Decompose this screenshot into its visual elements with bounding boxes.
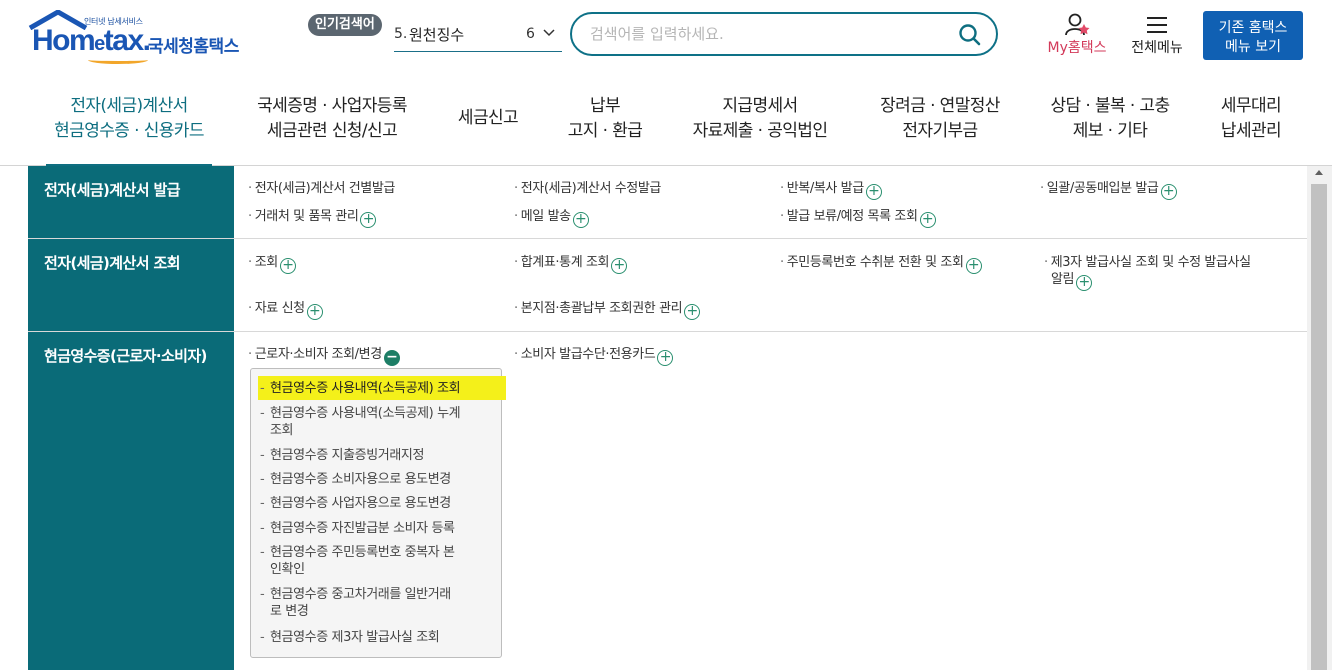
main-navigation: 전자(세금)계산서 현금영수증 · 신용카드 국세증명 · 사업자등록 세금관련 신… [0,80,1332,168]
row-title: 전자(세금)계산서 조회 [28,239,234,331]
submenu-item[interactable]: 현금영수증 주민등록번호 중복자 본인확인 [258,544,494,578]
gnb-tab-statement[interactable]: 지급명세서 자료제출 · 공익법인 [684,94,836,144]
hometax-logo[interactable]: 인터넷 납세서비스 Hometax. 국세청홈택스 [28,10,248,64]
hamburger-icon [1147,17,1167,33]
gnb-tab-payment[interactable]: 납부 고지 · 환급 [560,94,650,144]
menu-link[interactable]: · 주민등록번호 수취분 전환 및 조회 + [780,254,982,274]
popular-search-badge: 인기검색어 [308,14,382,36]
submenu-item[interactable]: 현금영수증 자진발급분 소비자 등록 [258,520,494,537]
gnb-tab-tax-report[interactable]: 세금신고 [450,106,526,131]
collapse-minus-icon[interactable]: − [383,350,400,366]
search-box [570,12,998,56]
gnb-tab-incentive[interactable]: 장려금 · 연말정산 전자기부금 [870,94,1010,144]
expand-plus-icon[interactable]: + [279,258,296,274]
menu-link[interactable]: · 발급 보류/예정 목록 조회 + [780,208,936,228]
expand-plus-icon[interactable]: + [1160,184,1177,200]
user-star-icon [1065,13,1090,36]
expand-plus-icon[interactable]: + [865,184,882,200]
menu-link[interactable]: · 반복/복사 발급 + [780,180,882,200]
header: 인터넷 납세서비스 Hometax. 국세청홈택스 인기검색어 5. 원천징수 … [0,0,1332,80]
menu-row-cash-receipt: 현금영수증(근로자·소비자) [28,332,1307,670]
popular-term[interactable]: 원천징수 [409,24,464,45]
expand-plus-icon[interactable]: + [360,212,377,228]
gnb-tab-e-invoice[interactable]: 전자(세금)계산서 현금영수증 · 신용카드 [46,94,212,168]
scroll-up-arrow-icon[interactable] [1315,170,1323,175]
my-hometax-button[interactable]: My홈택스 [1040,12,1114,62]
menu-link[interactable]: · 소비자 발급수단·전용카드 + [514,346,674,366]
menu-link[interactable]: · 제3자 발급사실 조회 및 수정 발급사실 알림 + [1044,254,1294,291]
menu-link[interactable]: · 전자(세금)계산서 건별발급 [248,180,395,197]
popular-next-rank: 6 [526,26,535,42]
menu-row-e-invoice-issue: 전자(세금)계산서 발급 [28,166,1307,239]
submenu-item[interactable]: 현금영수증 제3자 발급사실 조회 [258,629,494,646]
row-title: 전자(세금)계산서 발급 [28,166,234,238]
logo-swoosh [88,56,148,64]
expand-plus-icon[interactable]: + [965,258,982,274]
search-input[interactable] [590,22,950,46]
legacy-menu-button[interactable]: 기존 홈택스 메뉴 보기 [1203,11,1303,60]
menu-link[interactable]: · 일괄/공동매입분 발급 + [1040,180,1177,200]
my-hometax-label: My홈택스 [1047,40,1107,56]
submenu-item-usage-inquiry[interactable]: 현금영수증 사용내역(소득공제) 조회 [258,380,494,397]
expand-plus-icon[interactable]: + [306,304,323,320]
mega-menu: 전자(세금)계산서 발급 전자(세금)계산서 조회 현금영수증(근로자·소비자) [28,166,1307,670]
scrollbar[interactable] [1307,166,1332,670]
expand-plus-icon[interactable]: + [919,212,936,228]
gnb-tab-certificate[interactable]: 국세증명 · 사업자등록 세금관련 신청/신고 [248,94,416,144]
row-title: 현금영수증(근로자·소비자) [28,332,234,670]
menu-link[interactable]: · 합계표·통계 조회 + [514,254,628,274]
menu-link[interactable]: · 자료 신청 + [248,300,323,320]
submenu-item[interactable]: 현금영수증 소비자용으로 용도변경 [258,471,494,488]
submenu-item[interactable]: 현금영수증 사업자용으로 용도변경 [258,495,494,512]
expand-plus-icon[interactable]: + [657,350,674,366]
expand-plus-icon[interactable]: + [572,212,589,228]
chevron-down-icon[interactable] [542,26,556,40]
expand-plus-icon[interactable]: + [684,304,701,320]
submenu-item[interactable]: 현금영수증 중고차거래를 일반거래로 변경 [258,586,494,620]
scrollbar-thumb[interactable] [1311,184,1327,670]
logo-name: 국세청홈택스 [148,37,239,57]
all-menu-button[interactable]: 전체메뉴 [1124,12,1190,62]
menu-link[interactable]: · 조회 + [248,254,296,274]
gnb-tab-consult[interactable]: 상담 · 불복 · 고충 제보 · 기타 [1040,94,1180,144]
all-menu-label: 전체메뉴 [1131,40,1183,56]
expand-plus-icon[interactable]: + [1076,275,1093,291]
menu-link-expanded[interactable]: · 근로자·소비자 조회/변경 − [248,346,400,366]
menu-link[interactable]: · 거래처 및 품목 관리 + [248,208,377,228]
expand-plus-icon[interactable]: + [611,258,628,274]
popular-rank: 5. [394,26,408,42]
submenu-item-usage-total[interactable]: 현금영수증 사용내역(소득공제) 누계조회 [258,405,494,439]
search-icon[interactable] [958,23,982,47]
gnb-tab-tax-agent[interactable]: 세무대리 납세관리 [1212,94,1290,144]
popular-search-ticker[interactable]: 5. 원천징수 6 [394,16,562,52]
submenu-item[interactable]: 현금영수증 지출증빙거래지정 [258,447,494,464]
menu-link[interactable]: · 본지점·총괄납부 조회권한 관리 + [514,300,701,320]
menu-link[interactable]: · 전자(세금)계산서 수정발급 [514,180,661,197]
logo-wordmark: Hometax. [32,24,151,57]
menu-link[interactable]: · 메일 발송 + [514,208,589,228]
